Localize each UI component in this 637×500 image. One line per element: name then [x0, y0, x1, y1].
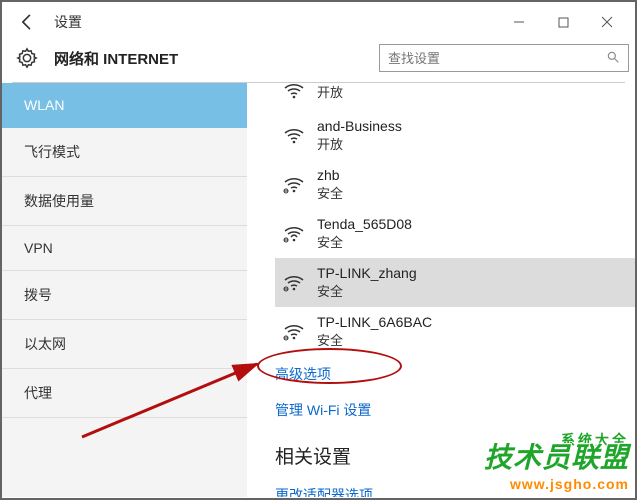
- search-input[interactable]: [388, 51, 606, 66]
- wifi-secure-icon: [281, 172, 307, 198]
- sidebar-item-label: 飞行模式: [24, 144, 80, 160]
- sidebar-item-label: VPN: [24, 240, 53, 256]
- wifi-ssid: zhb: [317, 167, 343, 183]
- sidebar-item-proxy[interactable]: 代理: [2, 369, 247, 418]
- wifi-open-icon: [281, 123, 307, 149]
- wifi-sub: 安全: [317, 330, 432, 349]
- wifi-ssid: Tenda_565D08: [317, 216, 412, 232]
- maximize-button[interactable]: [541, 5, 585, 39]
- wifi-secure-icon: [281, 319, 307, 345]
- watermark-text: 技术员联盟: [484, 442, 629, 473]
- back-button[interactable]: [8, 3, 46, 41]
- manage-wifi-link[interactable]: 管理 Wi-Fi 设置: [275, 392, 635, 428]
- wifi-secure-icon: [281, 221, 307, 247]
- wifi-network-row[interactable]: Tenda_565D08 安全: [275, 209, 635, 258]
- wifi-ssid: TP-LINK_6A6BAC: [317, 314, 432, 330]
- wifi-sub: 安全: [317, 232, 412, 251]
- wifi-network-row[interactable]: and-Business 开放: [275, 111, 635, 160]
- watermark-url: www.jsgho.com: [484, 476, 629, 492]
- sidebar-item-label: WLAN: [24, 97, 64, 113]
- wifi-sub: 开放: [317, 134, 402, 153]
- sidebar-item-label: 以太网: [24, 336, 66, 352]
- search-icon: [606, 50, 620, 67]
- page-title: 网络和 INTERNET: [54, 48, 178, 69]
- watermark: 技术员联盟 www.jsgho.com: [484, 436, 629, 492]
- wifi-ssid: and-Business: [317, 118, 402, 134]
- sidebar-item-vpn[interactable]: VPN: [2, 226, 247, 271]
- search-box[interactable]: [379, 44, 629, 72]
- sidebar-item-airplane[interactable]: 飞行模式: [2, 128, 247, 177]
- window-title: 设置: [54, 12, 82, 32]
- wifi-sub: 安全: [317, 281, 417, 300]
- wifi-network-row[interactable]: 开放: [275, 83, 635, 111]
- sidebar: WLAN 飞行模式 数据使用量 VPN 拨号 以太网 代理: [2, 83, 247, 497]
- sidebar-item-ethernet[interactable]: 以太网: [2, 320, 247, 369]
- wifi-open-icon: [281, 83, 307, 104]
- wifi-network-row[interactable]: zhb 安全: [275, 160, 635, 209]
- sidebar-item-wlan[interactable]: WLAN: [2, 83, 247, 128]
- sidebar-item-label: 拨号: [24, 287, 52, 303]
- wifi-network-row[interactable]: TP-LINK_6A6BAC 安全: [275, 307, 635, 356]
- sidebar-item-dialup[interactable]: 拨号: [2, 271, 247, 320]
- sidebar-item-data-usage[interactable]: 数据使用量: [2, 177, 247, 226]
- wifi-network-row[interactable]: TP-LINK_zhang 安全: [275, 258, 635, 307]
- sidebar-item-label: 代理: [24, 385, 52, 401]
- advanced-options-link[interactable]: 高级选项: [275, 356, 635, 392]
- gear-icon: [8, 39, 46, 77]
- wifi-sub: 安全: [317, 183, 343, 202]
- wifi-ssid: TP-LINK_zhang: [317, 265, 417, 281]
- close-button[interactable]: [585, 5, 629, 39]
- wifi-secure-icon: [281, 270, 307, 296]
- wifi-sub: 开放: [317, 83, 343, 101]
- minimize-button[interactable]: [497, 5, 541, 39]
- sidebar-item-label: 数据使用量: [24, 193, 94, 209]
